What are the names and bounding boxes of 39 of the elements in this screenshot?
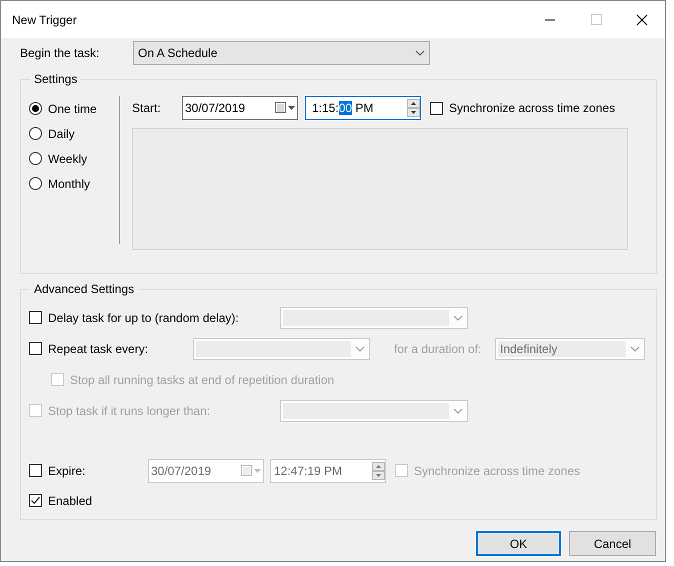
spin-buttons-icon[interactable] bbox=[407, 99, 420, 117]
checkbox[interactable] bbox=[29, 311, 42, 324]
window-title: New Trigger bbox=[12, 12, 78, 26]
spin-buttons-icon[interactable] bbox=[372, 462, 385, 480]
checkbox-label: Stop all running tasks at end of repetition duration bbox=[70, 372, 334, 386]
minimize-icon bbox=[544, 18, 556, 20]
dialog-button[interactable]: OK bbox=[476, 531, 561, 556]
group-title: Advanced Settings bbox=[33, 282, 136, 296]
date-field[interactable]: 30/07/2019 bbox=[182, 96, 298, 120]
checkbox[interactable] bbox=[430, 102, 443, 114]
checkbox-label: Delay task for up to (random delay): bbox=[48, 310, 240, 324]
chevron-down-icon bbox=[453, 408, 463, 414]
field-label: Begin the task: bbox=[20, 46, 100, 60]
time-field[interactable]: 1:15:00 PM bbox=[305, 96, 421, 120]
group-title: Settings bbox=[33, 72, 78, 86]
radio-option[interactable]: Daily bbox=[29, 121, 119, 146]
checkbox[interactable] bbox=[29, 342, 42, 355]
dropdown[interactable]: On A Schedule bbox=[133, 41, 430, 65]
radio-option[interactable]: Monthly bbox=[29, 171, 119, 196]
calendar-dropdown-icon[interactable] bbox=[275, 102, 297, 114]
checkbox-label: Stop task if it runs longer than: bbox=[48, 404, 212, 418]
close-icon bbox=[636, 14, 648, 26]
checkbox-label: Enabled bbox=[48, 494, 92, 508]
chevron-down-icon bbox=[453, 314, 463, 320]
field-label: Start: bbox=[132, 101, 162, 115]
radio-option[interactable]: One time bbox=[29, 96, 119, 121]
checkbox[interactable] bbox=[29, 494, 42, 507]
chevron-down-icon bbox=[415, 50, 425, 56]
checkbox-label: Synchronize across time zones bbox=[449, 101, 616, 115]
checkbox-label: Expire: bbox=[48, 464, 86, 478]
chevron-down-icon bbox=[355, 346, 365, 352]
checkbox-label: Repeat task every: bbox=[48, 342, 150, 356]
chevron-down-icon bbox=[630, 346, 640, 352]
dropdown[interactable] bbox=[280, 400, 468, 422]
field-label: for a duration of: bbox=[394, 342, 482, 356]
dialog-button[interactable]: Cancel bbox=[569, 531, 656, 556]
maximize-icon bbox=[590, 14, 602, 25]
checkbox-label: Synchronize across time zones bbox=[414, 464, 580, 478]
radio-option[interactable]: Weekly bbox=[29, 146, 119, 171]
